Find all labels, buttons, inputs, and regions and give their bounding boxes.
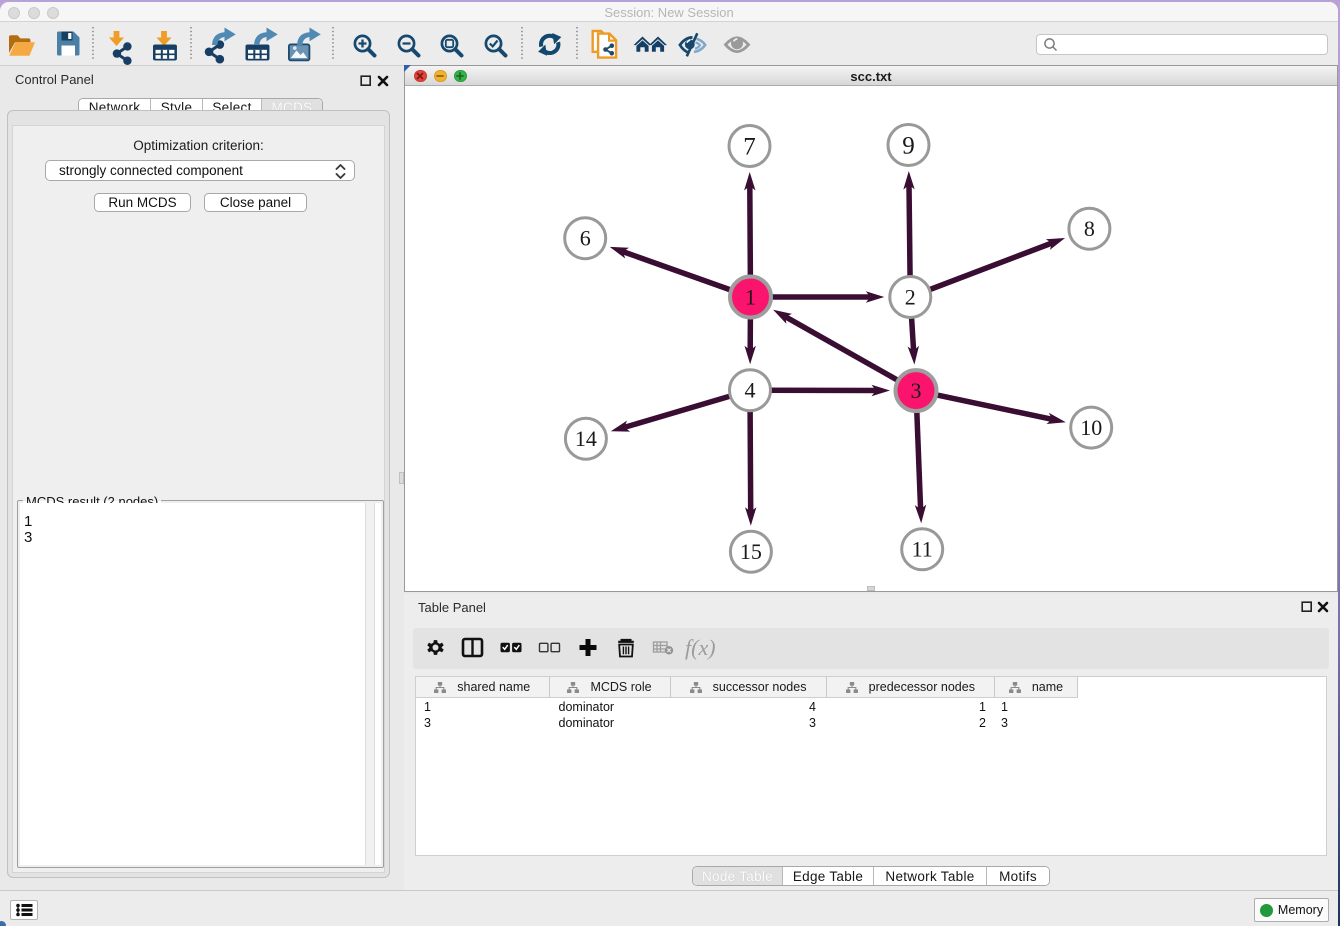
svg-text:2: 2 xyxy=(905,284,916,309)
svg-text:1: 1 xyxy=(745,284,756,309)
svg-text:9: 9 xyxy=(902,132,915,159)
svg-text:8: 8 xyxy=(1084,216,1095,241)
svg-text:10: 10 xyxy=(1080,415,1102,440)
svg-text:f(x): f(x) xyxy=(685,635,716,660)
svg-text:4: 4 xyxy=(745,378,756,403)
svg-text:11: 11 xyxy=(912,537,933,562)
svg-text:6: 6 xyxy=(580,226,591,251)
svg-text:3: 3 xyxy=(911,378,922,403)
svg-text:15: 15 xyxy=(740,539,762,564)
svg-text:7: 7 xyxy=(743,133,756,160)
svg-text:14: 14 xyxy=(575,426,597,451)
